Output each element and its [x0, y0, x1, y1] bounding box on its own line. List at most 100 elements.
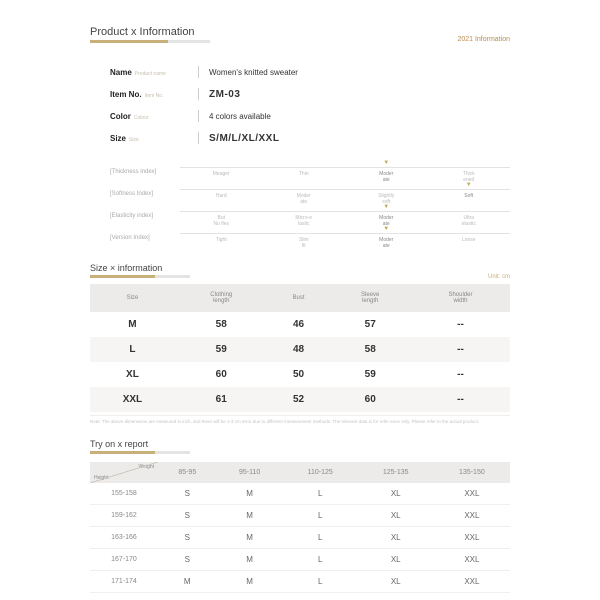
attr-label: [Softness Index]: [110, 189, 180, 197]
info-separator: [198, 110, 199, 122]
attr-tick: Thickened: [428, 168, 511, 183]
size-td: 61: [175, 387, 268, 412]
info-label: ColorColour: [110, 112, 198, 121]
header-left: Product x Information: [90, 26, 210, 43]
attr-row: [Thickness index]MeagerThinModerateThick…: [110, 167, 510, 183]
tryon-td: XL: [358, 571, 434, 593]
tryon-td: XXL: [434, 483, 510, 505]
size-td: 50: [268, 362, 330, 387]
tryon-td: M: [217, 549, 283, 571]
tryon-td: S: [158, 483, 217, 505]
tryon-td: XL: [358, 483, 434, 505]
title-underline: [90, 40, 210, 43]
tryon-td: XL: [358, 527, 434, 549]
size-td: 52: [268, 387, 330, 412]
info-row: SizeSize S/M/L/XL/XXL: [110, 127, 510, 149]
tryon-td: S: [158, 505, 217, 527]
size-td: 58: [175, 312, 268, 337]
tryon-td: L: [283, 571, 358, 593]
tryon-th: 110-125: [283, 462, 358, 483]
attr-tick: Meager: [180, 168, 263, 183]
tryon-th: 95-110: [217, 462, 283, 483]
tryon-row-header: 163-166: [90, 527, 158, 549]
tryon-td: XXL: [434, 549, 510, 571]
attr-tick: Soft: [428, 190, 511, 205]
attr-tick: Slightlysoft: [345, 190, 428, 205]
attr-scale: TightSlimfitModerateLoose: [180, 233, 510, 249]
attr-tick: Slimfit: [263, 234, 346, 249]
info-separator: [198, 88, 199, 100]
size-td: L: [90, 337, 175, 362]
info-row: NameProduct nameWomen's knitted sweater: [110, 61, 510, 83]
tryon-td: M: [217, 505, 283, 527]
size-th: Clothinglength: [175, 284, 268, 312]
attr-tick: Moderate: [345, 234, 428, 249]
tryon-td: M: [158, 571, 217, 593]
header: Product x Information 2021 Information: [90, 26, 510, 43]
tryon-td: XXL: [434, 571, 510, 593]
header-year: 2021 Information: [457, 36, 510, 43]
tryon-row-header: 159-162: [90, 505, 158, 527]
size-th: Bust: [268, 284, 330, 312]
info-value: S/M/L/XL/XXL: [209, 133, 279, 144]
info-value: 4 colors available: [209, 112, 271, 121]
tryon-td: S: [158, 549, 217, 571]
tryon-td: XXL: [434, 527, 510, 549]
tryon-row-header: 171-174: [90, 571, 158, 593]
size-unit: Unit: cm: [90, 274, 510, 280]
size-note: Note: The above dimensions are measured …: [90, 415, 510, 425]
attribute-scales: [Thickness index]MeagerThinModerateThick…: [110, 167, 510, 249]
tryon-td: L: [283, 527, 358, 549]
attr-tick: Loose: [428, 234, 511, 249]
info-value: ZM-03: [209, 89, 240, 100]
tryon-td: M: [217, 571, 283, 593]
tryon-td: L: [283, 483, 358, 505]
attr-scale: MeagerThinModerateThickened: [180, 167, 510, 183]
attr-tick: Hard: [180, 190, 263, 205]
page-title: Product x Information: [90, 26, 210, 38]
tryon-td: XXL: [434, 505, 510, 527]
info-value: Women's knitted sweater: [209, 68, 298, 77]
attr-row: [Softness Index]HardModerateSlightlysoft…: [110, 189, 510, 205]
size-th: Sleevelength: [329, 284, 410, 312]
tryon-th: 135-150: [434, 462, 510, 483]
attr-tick: Micro-elastic: [263, 212, 346, 227]
tryon-td: M: [217, 527, 283, 549]
tryon-td: XL: [358, 549, 434, 571]
size-td: 58: [329, 337, 410, 362]
info-label: Item No.Item No.: [110, 90, 198, 99]
tryon-underline: [90, 451, 190, 454]
attr-tick: Tight: [180, 234, 263, 249]
tryon-section: Try on x report WeightHeight85-9595-1101…: [90, 439, 510, 593]
attr-scale: ButNo flexMicro-elasticModerateUltraelas…: [180, 211, 510, 227]
size-td: 57: [329, 312, 410, 337]
tryon-th: 85-95: [158, 462, 217, 483]
tryon-td: L: [283, 549, 358, 571]
attr-tick: ButNo flex: [180, 212, 263, 227]
tryon-td: XL: [358, 505, 434, 527]
tryon-row-header: 167-170: [90, 549, 158, 571]
size-td: 60: [175, 362, 268, 387]
size-td: M: [90, 312, 175, 337]
size-th: Size: [90, 284, 175, 312]
attr-row: [Elasticity index]ButNo flexMicro-elasti…: [110, 211, 510, 227]
size-title: Size × information: [90, 263, 510, 273]
page: Product x Information 2021 Information N…: [0, 0, 600, 600]
product-info: NameProduct nameWomen's knitted sweater I…: [110, 61, 510, 149]
size-td: 59: [329, 362, 410, 387]
size-td: --: [411, 362, 510, 387]
info-label: SizeSize: [110, 134, 198, 143]
attr-tick: Moderate: [345, 168, 428, 183]
size-td: 59: [175, 337, 268, 362]
tryon-corner: WeightHeight: [90, 462, 158, 483]
attr-label: [Elasticity index]: [110, 211, 180, 219]
tryon-td: M: [217, 483, 283, 505]
size-section: Size × information Unit: cm SizeClothing…: [90, 263, 510, 425]
tryon-td: L: [283, 505, 358, 527]
size-td: --: [411, 312, 510, 337]
size-td: 48: [268, 337, 330, 362]
tryon-td: S: [158, 527, 217, 549]
attr-row: [Version Index]TightSlimfitModerateLoose: [110, 233, 510, 249]
info-separator: [198, 66, 199, 78]
attr-tick: Ultraelastic: [428, 212, 511, 227]
